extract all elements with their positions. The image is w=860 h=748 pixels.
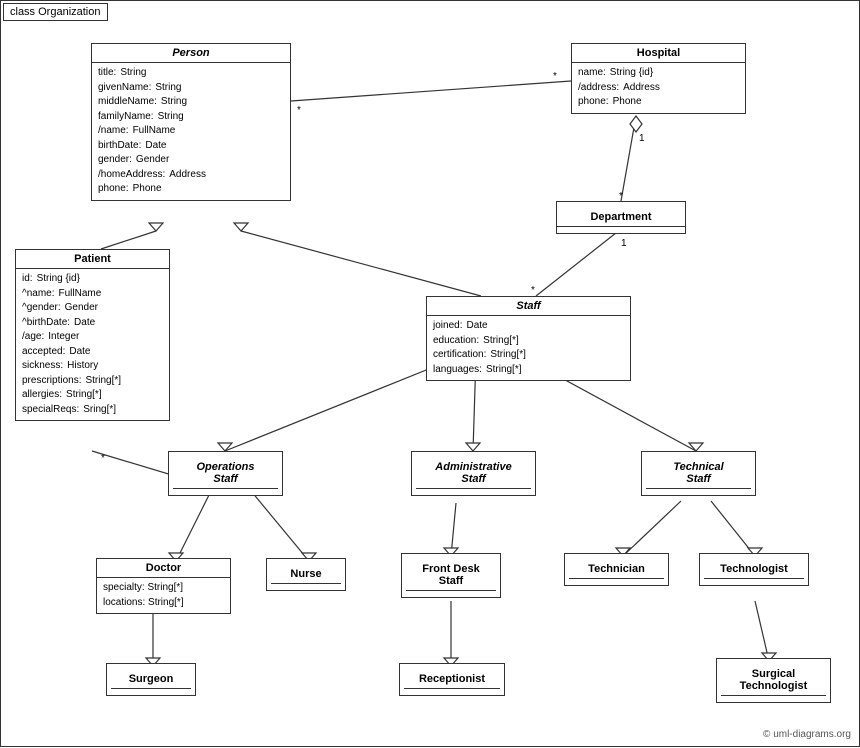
svg-text:1: 1	[639, 133, 645, 144]
class-nurse-title: Nurse	[271, 565, 341, 584]
class-patient-attrs: id:String {id} ^name:FullName ^gender:Ge…	[16, 269, 169, 420]
svg-text:*: *	[531, 285, 535, 296]
class-receptionist: Receptionist	[399, 663, 505, 696]
class-operations-staff: OperationsStaff	[168, 451, 283, 496]
class-administrative-staff: AdministrativeStaff	[411, 451, 536, 496]
class-surgical-technologist: SurgicalTechnologist	[716, 658, 831, 703]
svg-text:*: *	[101, 453, 105, 464]
class-doctor-attrs: specialty: String[*] locations: String[*…	[97, 578, 230, 613]
class-staff-attrs: joined:Date education:String[*] certific…	[427, 316, 630, 380]
class-department: Department	[556, 201, 686, 234]
class-person-title: Person	[92, 44, 290, 63]
class-technologist: Technologist	[699, 553, 809, 586]
class-front-desk-staff-title: Front DeskStaff	[406, 560, 496, 591]
class-technician-title: Technician	[569, 560, 664, 579]
class-doctor-title: Doctor	[97, 559, 230, 578]
svg-text:*: *	[297, 105, 301, 116]
class-administrative-staff-title: AdministrativeStaff	[416, 458, 531, 489]
class-receptionist-title: Receptionist	[404, 670, 500, 689]
class-technical-staff: TechnicalStaff	[641, 451, 756, 496]
class-hospital-title: Hospital	[572, 44, 745, 63]
class-surgeon: Surgeon	[106, 663, 196, 696]
class-technical-staff-title: TechnicalStaff	[646, 458, 751, 489]
class-person-attrs: title:String givenName:String middleName…	[92, 63, 290, 200]
class-person: Person title:String givenName:String mid…	[91, 43, 291, 201]
class-surgeon-title: Surgeon	[111, 670, 191, 689]
class-staff: Staff joined:Date education:String[*] ce…	[426, 296, 631, 381]
svg-text:*: *	[553, 71, 557, 82]
class-hospital: Hospital name:String {id} /address:Addre…	[571, 43, 746, 114]
class-technologist-title: Technologist	[704, 560, 804, 579]
diagram-title: class Organization	[3, 3, 108, 21]
class-hospital-attrs: name:String {id} /address:Address phone:…	[572, 63, 745, 113]
class-technician: Technician	[564, 553, 669, 586]
class-operations-staff-title: OperationsStaff	[173, 458, 278, 489]
class-patient-title: Patient	[16, 250, 169, 269]
class-department-title: Department	[557, 208, 685, 227]
copyright: © uml-diagrams.org	[763, 729, 851, 740]
class-staff-title: Staff	[427, 297, 630, 316]
diagram-container: class Organization * * 1 * 1 * * *	[0, 0, 860, 747]
class-patient: Patient id:String {id} ^name:FullName ^g…	[15, 249, 170, 421]
class-doctor: Doctor specialty: String[*] locations: S…	[96, 558, 231, 614]
class-front-desk-staff: Front DeskStaff	[401, 553, 501, 598]
svg-text:1: 1	[621, 238, 627, 249]
class-surgical-technologist-title: SurgicalTechnologist	[721, 665, 826, 696]
class-nurse: Nurse	[266, 558, 346, 591]
